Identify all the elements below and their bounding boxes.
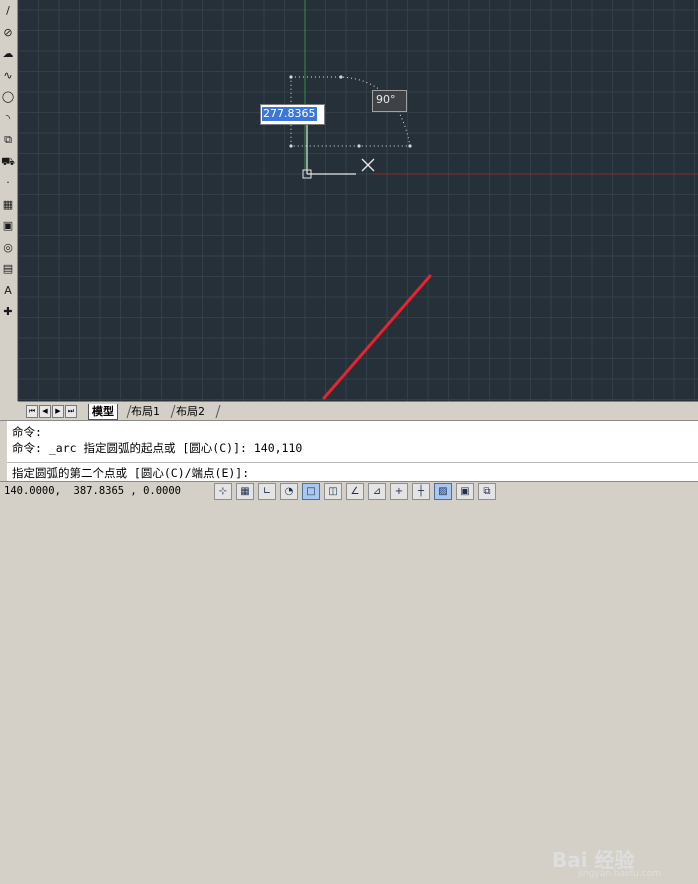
line-tool-icon[interactable]: / (1, 4, 15, 18)
tab-dividers (126, 404, 221, 419)
coordinate-readout: 140.0000, 387.8365 , 0.0000 (4, 485, 182, 497)
make-block-tool-icon[interactable]: ⛟ (1, 155, 15, 169)
osnap-toggle-icon[interactable]: □ (302, 483, 320, 500)
add-selected-tool-icon[interactable]: ✚ (1, 305, 15, 319)
circle-tool-icon[interactable]: ⊘ (1, 26, 15, 40)
command-window[interactable]: 命令: 命令: _arc 指定圆弧的起点或 [圆心(C)]: 140,110 指… (0, 420, 698, 879)
status-bar: 140.0000, 387.8365 , 0.0000 ⊹ ▦ ∟ ◔ □ ◫ ∠ ⊿ + ┼ ▨ ▣… (0, 481, 698, 500)
ducs-toggle-icon[interactable]: ⊿ (368, 483, 386, 500)
command-history-line: 命令: _arc 指定圆弧的起点或 [圆心(C)]: 140,110 (12, 441, 303, 455)
annotation-arrow (322, 274, 432, 400)
spline-tool-icon[interactable]: ∿ (1, 69, 15, 83)
text-tool-icon[interactable]: A (1, 284, 15, 298)
region-tool-icon[interactable]: ◎ (1, 241, 15, 255)
quick-properties-toggle-icon[interactable]: ▣ (456, 483, 474, 500)
command-window-grip[interactable] (0, 421, 7, 482)
ortho-toggle-icon[interactable]: ∟ (258, 483, 276, 500)
layout-tab-bar: ⏮ ◀ ▶ ⏭ 模型 布局1 布局2 (18, 401, 698, 420)
3d-osnap-toggle-icon[interactable]: ◫ (324, 483, 342, 500)
otrack-toggle-icon[interactable]: ∠ (346, 483, 364, 500)
table-tool-icon[interactable]: ▤ (1, 262, 15, 276)
command-prompt-input[interactable]: 指定圆弧的第二个点或 [圆心(C)/端点(E)]: (12, 465, 249, 481)
baidu-watermark: Bai 经验 jingyan.baidu.com (552, 844, 692, 884)
revision-cloud-tool-icon[interactable]: ☁ (1, 47, 15, 61)
polar-toggle-icon[interactable]: ◔ (280, 483, 298, 500)
drawing-canvas[interactable]: 277.8365 90° (18, 0, 698, 401)
command-separator (7, 462, 698, 463)
ellipse-arc-tool-icon[interactable]: ◝ (1, 112, 15, 126)
next-tab-button[interactable]: ▶ (52, 405, 64, 418)
dyn-toggle-icon[interactable]: + (390, 483, 408, 500)
insert-block-tool-icon[interactable]: ⧉ (1, 133, 15, 147)
watermark-url: jingyan.baidu.com (578, 869, 662, 879)
grid-toggle-icon[interactable]: ▦ (236, 483, 254, 500)
previous-tab-button[interactable]: ◀ (39, 405, 51, 418)
toolbar-bottom-strip (0, 320, 17, 402)
command-history-line: 命令: (12, 425, 42, 439)
snap-toggle-icon[interactable]: ⊹ (214, 483, 232, 500)
ellipse-tool-icon[interactable]: ◯ (1, 90, 15, 104)
gradient-tool-icon[interactable]: ▣ (1, 219, 15, 233)
transparency-toggle-icon[interactable]: ▨ (434, 483, 452, 500)
last-tab-button[interactable]: ⏭ (65, 405, 77, 418)
hatch-tool-icon[interactable]: ▦ (1, 198, 15, 212)
tab-model[interactable]: 模型 (88, 404, 118, 420)
first-tab-button[interactable]: ⏮ (26, 405, 38, 418)
point-tool-icon[interactable]: · (1, 176, 15, 190)
selection-cycling-toggle-icon[interactable]: ⧉ (478, 483, 496, 500)
lineweight-toggle-icon[interactable]: ┼ (412, 483, 430, 500)
